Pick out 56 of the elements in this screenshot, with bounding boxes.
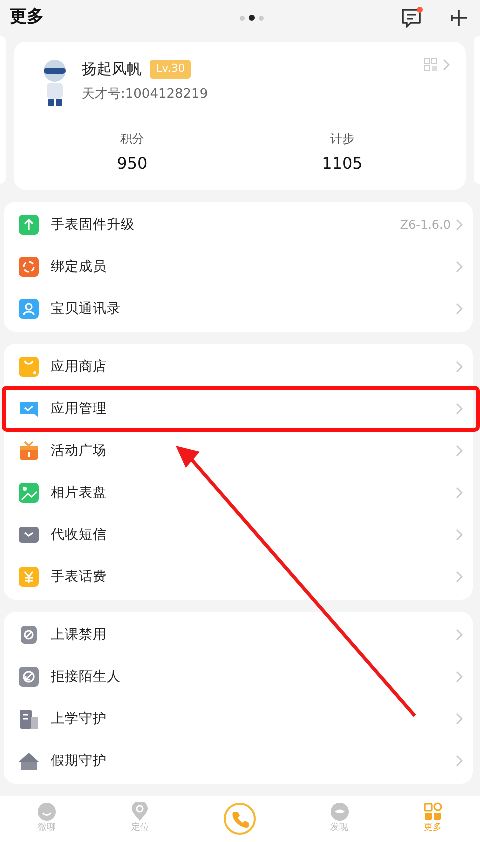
forbidden-icon [19, 625, 39, 645]
chevron-icon [455, 755, 463, 767]
checkmark-icon [19, 399, 39, 419]
chevron-icon [455, 361, 463, 373]
chevron-icon [455, 629, 463, 641]
menu-item[interactable]: 上课禁用 [4, 614, 473, 656]
eye-icon [330, 802, 350, 822]
upload-icon [19, 215, 39, 235]
chevron-icon [455, 571, 463, 583]
chevron-icon [455, 303, 463, 315]
chevron-icon [455, 445, 463, 457]
shopping-bag-icon [19, 357, 39, 377]
menu-item[interactable]: 拒接陌生人 [4, 656, 473, 698]
menu-item[interactable]: 绑定成员 [4, 246, 473, 288]
menu-item[interactable]: 宝贝通讯录 [4, 288, 473, 330]
grid-icon [423, 802, 444, 822]
gift-icon [19, 441, 39, 461]
chevron-icon [455, 487, 463, 499]
chevron-icon [455, 261, 463, 273]
chevron-icon [442, 59, 450, 71]
avatar [44, 60, 66, 106]
page-title: 更多 [10, 6, 44, 30]
menu-item[interactable]: 代收短信 [4, 514, 473, 556]
menu-item[interactable]: 手表固件升级 Z6-1.6.0 [4, 204, 473, 246]
location-pin-icon [130, 802, 150, 822]
version-text: Z6-1.6.0 [400, 217, 451, 234]
menu-item[interactable]: 假期守护 [4, 740, 473, 782]
chevron-icon [455, 671, 463, 683]
block-call-icon [19, 667, 39, 687]
smiley-icon [36, 802, 57, 822]
menu-item[interactable]: 手表话费 [4, 556, 473, 598]
yuan-icon [19, 567, 39, 587]
level-badge: Lv.30 [150, 60, 192, 78]
stat-label: 计步 [329, 131, 356, 148]
add-icon[interactable] [448, 8, 468, 28]
contact-icon [19, 299, 39, 319]
image-icon [19, 483, 39, 503]
house-icon [19, 751, 39, 771]
phone-icon [230, 810, 249, 828]
chevron-icon [455, 713, 463, 725]
chevron-icon [455, 403, 463, 415]
menu-item[interactable]: 相片表盘 [4, 472, 473, 514]
menu-item[interactable]: 应用商店 [4, 346, 473, 388]
menu-item[interactable]: 应用管理 [4, 388, 473, 430]
message-icon[interactable] [400, 7, 424, 29]
stat-value: 1105 [322, 153, 363, 175]
profile-card[interactable]: 扬起风帆 Lv.30 天才号:1004128219 积分 950 计步 1105 [14, 42, 466, 190]
menu-item[interactable]: 上学守护 [4, 698, 473, 740]
chevron-icon [455, 219, 463, 231]
account-number: 天才号:1004128219 [82, 86, 210, 104]
envelope-icon [19, 525, 39, 545]
stat-value: 950 [117, 153, 148, 175]
building-icon [19, 709, 39, 729]
stat-label: 积分 [119, 131, 146, 148]
chevron-icon [455, 529, 463, 541]
user-name: 扬起风帆 [82, 59, 142, 80]
